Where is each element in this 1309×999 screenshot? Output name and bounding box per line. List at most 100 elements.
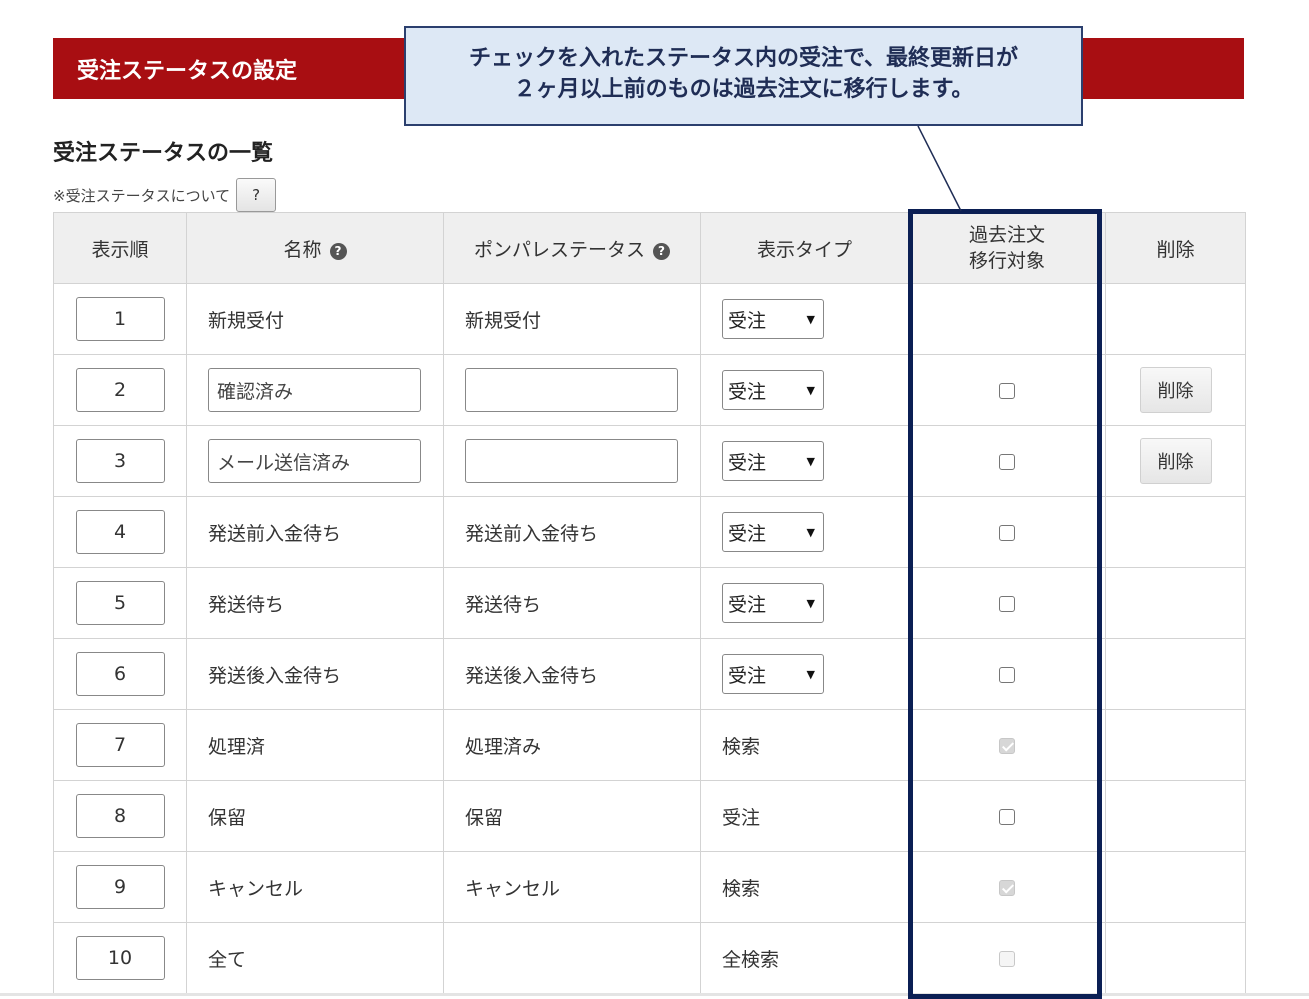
- display-type-select[interactable]: 受注 ▼: [722, 583, 824, 623]
- pompare-status-text: 新規受付: [465, 309, 542, 332]
- header-archive-target: 過去注文 移行対象: [908, 212, 1106, 284]
- order-input[interactable]: 8: [75, 794, 165, 838]
- pompare-status-cell: 発送後入金待ち: [443, 638, 701, 710]
- table-row: 4 発送前入金待ち 発送前入金待ち 受注 ▼: [53, 496, 1246, 568]
- order-cell: 5: [53, 567, 187, 639]
- question-icon[interactable]: ?: [653, 242, 670, 260]
- pompare-status-cell: 発送前入金待ち: [443, 496, 701, 568]
- delete-button[interactable]: 削除: [1139, 367, 1212, 413]
- order-cell: 8: [53, 780, 187, 852]
- name-cell: 発送待ち: [186, 567, 444, 639]
- display-type-cell: 受注 ▼: [700, 425, 909, 497]
- name-cell: 発送後入金待ち: [186, 638, 444, 710]
- header-delete: 削除: [1105, 212, 1246, 284]
- archive-target-cell: [908, 851, 1106, 923]
- order-cell: 1: [53, 283, 187, 355]
- pompare-status-cell: 処理済み: [443, 709, 701, 781]
- archive-target-cell: [908, 638, 1106, 710]
- display-type-select[interactable]: 受注 ▼: [722, 654, 824, 694]
- status-note: ※受注ステータスについて ?: [53, 178, 277, 212]
- archive-checkbox[interactable]: [999, 595, 1015, 612]
- delete-cell: [1105, 780, 1246, 852]
- table-row: 9 キャンセル キャンセル 検索: [53, 851, 1246, 923]
- display-type-text: 検索: [722, 877, 761, 900]
- pompare-status-cell: キャンセル: [443, 851, 701, 923]
- table-row: 2 確認済み 受注 ▼ 削除: [53, 354, 1246, 426]
- pompare-status-text: 発送待ち: [465, 593, 542, 616]
- archive-checkbox[interactable]: [999, 382, 1015, 399]
- table-row: 8 保留 保留 受注: [53, 780, 1246, 852]
- delete-button[interactable]: 削除: [1139, 438, 1212, 484]
- order-input[interactable]: 10: [75, 936, 165, 980]
- name-cell: キャンセル: [186, 851, 444, 923]
- name-input[interactable]: メール送信済み: [208, 439, 421, 483]
- order-input[interactable]: 3: [75, 439, 165, 483]
- display-type-cell: 受注 ▼: [700, 567, 909, 639]
- order-input[interactable]: 9: [75, 865, 165, 909]
- display-type-select[interactable]: 受注 ▼: [722, 441, 824, 481]
- archive-target-cell: [908, 709, 1106, 781]
- callout-line-2: ２ヶ月以上前のものは過去注文に移行します。: [513, 77, 974, 102]
- table-row: 7 処理済 処理済み 検索: [53, 709, 1246, 781]
- display-type-select[interactable]: 受注 ▼: [722, 370, 824, 410]
- order-input[interactable]: 5: [75, 581, 165, 625]
- display-type-cell: 受注: [700, 780, 909, 852]
- name-cell: 発送前入金待ち: [186, 496, 444, 568]
- name-input[interactable]: 確認済み: [208, 368, 421, 412]
- section-title: 受注ステータスの一覧: [53, 141, 274, 166]
- table-header-row: 表示順 名称? ポンパレステータス? 表示タイプ 過去注文 移行対象 削除: [53, 212, 1246, 284]
- archive-checkbox-disabled: [999, 950, 1015, 967]
- delete-cell: [1105, 709, 1246, 781]
- delete-cell: [1105, 283, 1246, 355]
- pompare-status-cell: 新規受付: [443, 283, 701, 355]
- table-row: 5 発送待ち 発送待ち 受注 ▼: [53, 567, 1246, 639]
- pompare-status-text: 処理済み: [465, 735, 542, 758]
- archive-checkbox[interactable]: [999, 666, 1015, 683]
- pompare-status-cell: 発送待ち: [443, 567, 701, 639]
- header-order: 表示順: [53, 212, 187, 284]
- pompare-status-input[interactable]: [465, 439, 678, 483]
- display-type-text: 全検索: [722, 948, 780, 971]
- name-cell: 新規受付: [186, 283, 444, 355]
- chevron-down-icon: ▼: [806, 525, 815, 539]
- question-icon[interactable]: ?: [329, 242, 347, 260]
- delete-cell: 削除: [1105, 354, 1246, 426]
- order-cell: 9: [53, 851, 187, 923]
- pompare-status-text: キャンセル: [465, 877, 561, 900]
- table-row: 3 メール送信済み 受注 ▼ 削除: [53, 425, 1246, 497]
- archive-target-cell: [908, 425, 1106, 497]
- pompare-status-text: 発送前入金待ち: [465, 522, 599, 545]
- name-text: 保留: [208, 806, 247, 829]
- order-cell: 6: [53, 638, 187, 710]
- pompare-status-text: 発送後入金待ち: [465, 664, 599, 687]
- pompare-status-cell: [443, 425, 701, 497]
- archive-target-cell: [908, 354, 1106, 426]
- archive-checkbox[interactable]: [999, 524, 1015, 541]
- order-input[interactable]: 7: [75, 723, 165, 767]
- order-input[interactable]: 4: [75, 510, 165, 554]
- name-text: 新規受付: [208, 309, 285, 332]
- header-display-type: 表示タイプ: [700, 212, 909, 284]
- display-type-select[interactable]: 受注 ▼: [722, 512, 824, 552]
- display-type-cell: 受注 ▼: [700, 638, 909, 710]
- delete-cell: [1105, 496, 1246, 568]
- order-input[interactable]: 6: [75, 652, 165, 696]
- name-cell: 処理済: [186, 709, 444, 781]
- order-input[interactable]: 1: [75, 297, 165, 341]
- archive-target-cell: [908, 780, 1106, 852]
- display-type-cell: 受注 ▼: [700, 496, 909, 568]
- chevron-down-icon: ▼: [806, 383, 815, 397]
- status-help-button[interactable]: ?: [236, 178, 277, 212]
- display-type-select[interactable]: 受注 ▼: [722, 299, 824, 339]
- pompare-status-cell: 保留: [443, 780, 701, 852]
- order-input[interactable]: 2: [75, 368, 165, 412]
- delete-cell: [1105, 567, 1246, 639]
- pompare-status-input[interactable]: [465, 368, 678, 412]
- archive-checkbox[interactable]: [999, 453, 1015, 470]
- name-text: 発送待ち: [208, 593, 285, 616]
- order-cell: 3: [53, 425, 187, 497]
- delete-cell: [1105, 851, 1246, 923]
- archive-checkbox[interactable]: [999, 808, 1015, 825]
- table-row: 1 新規受付 新規受付 受注 ▼: [53, 283, 1246, 355]
- pompare-status-cell: [443, 922, 701, 994]
